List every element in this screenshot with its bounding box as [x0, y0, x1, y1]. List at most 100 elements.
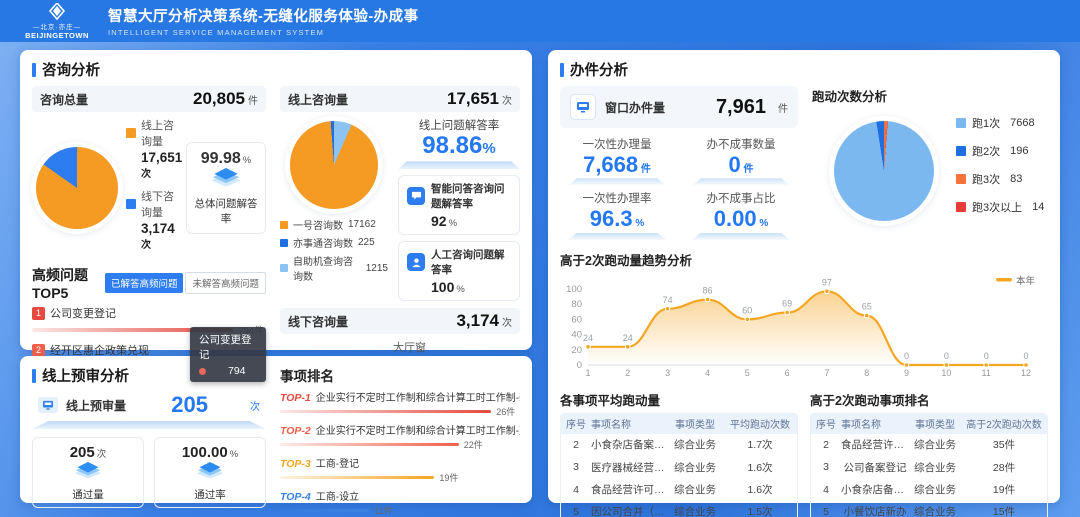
ranking-item-count: 26件	[496, 405, 515, 418]
legend-label: 跑2次	[972, 143, 1000, 159]
table-cell: 综合业务	[909, 482, 961, 497]
ai-answer-rate-card: 智能问答咨询问题解答率 92%	[398, 175, 520, 235]
table-cell: 食品经营许可延续	[591, 482, 667, 497]
legend-swatch	[956, 174, 966, 184]
consult-total-pie-chart[interactable]	[36, 147, 118, 229]
rank-badge: 1	[32, 307, 45, 320]
chart-tooltip: 公司变更登记 794	[190, 327, 266, 382]
table-cell: 3	[811, 461, 841, 473]
manual-answer-rate-value: 100	[431, 279, 454, 295]
table-header-cell: 事项名称	[591, 416, 667, 431]
ranking-rank-tag: TOP-3	[280, 458, 311, 470]
legend-swatch	[956, 146, 966, 156]
table-row: 3公司备案登记综合业务28件	[811, 456, 1047, 478]
table-cell: 因公司合并（分...	[591, 504, 667, 517]
stack-icon	[194, 462, 226, 480]
over2-run-table: 序号事项名称事项类型高于2次跑动次数2食品经营许可新办综合业务35件3公司备案登…	[810, 413, 1048, 517]
online-rate-label: 线上问题解答率	[398, 117, 520, 133]
app-title: 智慧大厅分析决策系统-无缝化服务体验-办成事	[108, 5, 419, 26]
ranking-rank-tag: TOP-1	[280, 392, 311, 404]
legend-label: 线上咨询量	[141, 117, 178, 149]
ranking-item-bar	[280, 410, 491, 413]
table-cell: 2	[811, 439, 841, 451]
svg-text:0: 0	[984, 351, 989, 361]
pedestal-shape	[567, 178, 667, 186]
svg-text:0: 0	[904, 351, 909, 361]
svg-text:86: 86	[702, 285, 712, 295]
table-cell: 综合业务	[667, 437, 723, 452]
legend-label: 跑1次	[972, 115, 1000, 131]
legend-label: 线下咨询量	[141, 188, 178, 220]
preaudit-panel: 线上预审分析 线上预审量 205 次 205次	[20, 356, 532, 503]
monitor-icon	[38, 397, 58, 413]
table-cell: 食品经营许可新办	[841, 437, 909, 452]
person-icon	[407, 253, 425, 271]
legend-item: 线下咨询量3,174 次	[126, 188, 178, 251]
stack-icon	[72, 462, 104, 480]
table-header-cell: 事项名称	[841, 416, 909, 431]
run-pie-title: 跑动次数分析	[812, 86, 1048, 105]
total-rate-label: 总体问题解答率	[191, 196, 261, 226]
legend-item: 亦事通咨询数225	[280, 235, 388, 250]
ranking-item-label: 企业实行不定时工作制和综合计算工时工作制-新办	[316, 389, 520, 404]
table-header-cell: 平均跑动次数	[723, 416, 797, 431]
pass-count-card: 205次 通过量	[32, 437, 144, 508]
online-consult-legend[interactable]: 一号咨询数17162亦事通咨询数225自助机查询咨询数1215	[280, 217, 388, 283]
table-cell: 1.6次	[723, 460, 797, 475]
table-cell: 综合业务	[667, 504, 723, 517]
table-header-cell: 序号	[561, 416, 591, 431]
online-rate-value: 98.86	[422, 132, 482, 159]
svg-text:0: 0	[577, 360, 582, 371]
pass-count-label: 通过量	[37, 487, 139, 502]
stat-block: 一次性办理率96.3 %	[560, 190, 674, 240]
title-accent-bar	[32, 369, 36, 383]
legend-label: 跑3次	[972, 171, 1000, 187]
dashboard: —北京·亦庄— BEIJINGETOWN 智慧大厅分析决策系统-无缝化服务体验-…	[0, 0, 1080, 517]
legend-label: 跑3次以上	[972, 199, 1022, 215]
over2-run-table-block: 高于2次跑动事项排名 序号事项名称事项类型高于2次跑动次数2食品经营许可新办综合…	[810, 386, 1048, 517]
window-volume-value: 7,961	[716, 96, 766, 119]
table-row: 2小食杂店备案新办综合业务1.7次	[561, 434, 797, 456]
legend-label: 一号咨询数	[293, 217, 343, 232]
online-consult-pie-chart[interactable]	[290, 121, 378, 209]
logo-cn-text: —北京·亦庄—	[33, 21, 81, 31]
ranking-item-bar	[280, 443, 459, 446]
preaudit-value: 205	[171, 392, 208, 418]
legend-swatch	[126, 128, 136, 138]
ranking-item-count: 11件	[374, 504, 392, 517]
tooltip-title: 公司变更登记	[199, 332, 257, 362]
logo-en-text: BEIJINGETOWN	[25, 31, 89, 40]
table-cell: 4	[561, 484, 591, 496]
table-row: 5小餐饮店新办综合业务15件	[811, 501, 1047, 517]
table-header: 序号事项名称事项类型高于2次跑动次数	[811, 414, 1047, 434]
svg-text:60: 60	[571, 314, 582, 325]
ranking-item: TOP-3工商-登记19件	[280, 455, 520, 484]
pedestal-shape	[567, 233, 667, 241]
svg-text:11: 11	[982, 368, 991, 378]
legend-item: 一号咨询数17162	[280, 217, 388, 232]
run-count-legend[interactable]: 跑1次7668跑2次196跑3次83跑3次以上14	[956, 115, 1044, 227]
legend-value: 1215	[366, 263, 388, 274]
consult-total-legend[interactable]: 线上咨询量17,651 次线下咨询量3,174 次	[126, 117, 178, 259]
faq-item-label: 公司变更登记	[50, 305, 116, 321]
svg-text:40: 40	[571, 329, 582, 340]
avg-run-table: 序号事项名称事项类型平均跑动次数2小食杂店备案新办综合业务1.7次3医疗器械经营…	[560, 413, 798, 517]
table-cell: 综合业务	[909, 504, 961, 517]
title-accent-bar	[32, 63, 36, 77]
line-chart-svg[interactable]: 0204060801002412427438646056969776580901…	[560, 273, 1042, 379]
svg-text:12: 12	[1021, 368, 1031, 378]
preaudit-banner: 线上预审量 205 次	[32, 392, 266, 418]
legend-swatch	[956, 202, 966, 212]
table-header-cell: 事项类型	[909, 416, 961, 431]
faq-tab-unanswered[interactable]: 未解答高频问题	[185, 272, 266, 294]
svg-text:10: 10	[941, 368, 951, 378]
legend-swatch	[280, 221, 288, 229]
run-trend-line-chart[interactable]: 0204060801002412427438646056969776580901…	[560, 273, 1048, 384]
table-cell: 5	[811, 506, 841, 517]
brand-diamond-icon	[44, 3, 70, 20]
trend-title: 高于2次跑动量趋势分析	[560, 250, 1048, 269]
legend-value: 17,651 次	[141, 150, 178, 180]
run-count-pie-chart[interactable]	[834, 121, 934, 221]
faq-tab-answered[interactable]: 已解答高频问题	[105, 273, 184, 293]
online-consult-value: 17,651	[447, 89, 499, 109]
